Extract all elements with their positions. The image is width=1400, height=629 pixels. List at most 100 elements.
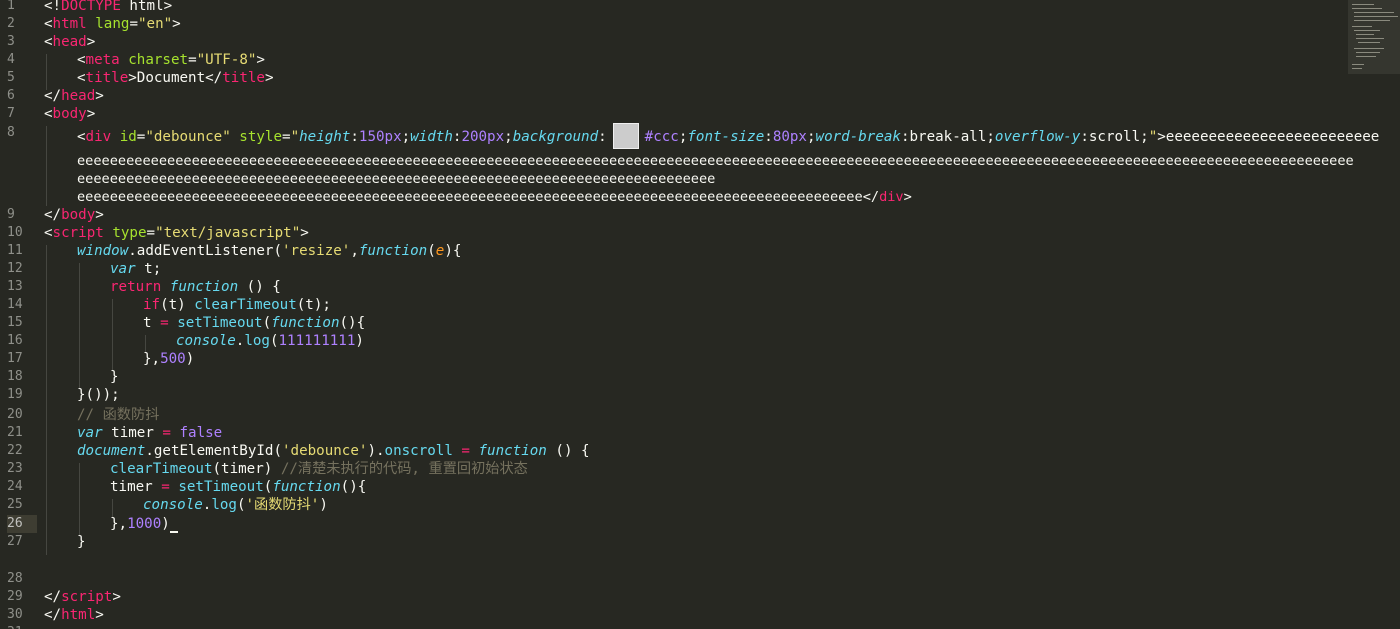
code-line-8-wrap-2: eeeeeeeeeeeeeeeeeeeeeeeeeeeeeeeeeeeeeeee… bbox=[77, 170, 715, 188]
code-line-23: clearTimeout(timer) //清楚未执行的代码, 重置回初始状态 bbox=[110, 460, 528, 478]
minimap-line bbox=[1352, 8, 1382, 9]
token: <! bbox=[44, 0, 62, 14]
code-line-9: </body> bbox=[44, 206, 104, 224]
code-line-13: return function () { bbox=[110, 278, 281, 296]
line-number: 4 bbox=[7, 52, 15, 67]
token: > bbox=[112, 589, 121, 605]
text-cursor bbox=[169, 531, 178, 533]
code-line-15: t = setTimeout(function(){ bbox=[143, 314, 365, 332]
code-line-10: <script type="text/javascript"> bbox=[44, 224, 309, 242]
token: 'resize' bbox=[282, 243, 351, 259]
token: if bbox=[143, 297, 161, 313]
token: " bbox=[1148, 129, 1158, 145]
line-number: 19 bbox=[7, 387, 23, 402]
line-number: 31 bbox=[7, 624, 37, 629]
code-line-5: <title>Document</title> bbox=[77, 69, 274, 87]
line-number: 16 bbox=[7, 333, 23, 348]
line-number: 25 bbox=[7, 497, 23, 512]
token: ; bbox=[401, 129, 411, 145]
minimap-line bbox=[1356, 52, 1380, 53]
token: : bbox=[598, 129, 607, 145]
code-line-19: }()); bbox=[77, 386, 120, 404]
token: "UTF-8" bbox=[196, 52, 257, 68]
token: < bbox=[77, 52, 86, 68]
token: //清楚未执行的代码, 重置回初始状态 bbox=[280, 461, 528, 477]
minimap-line bbox=[1356, 56, 1376, 57]
token: > bbox=[1157, 129, 1166, 145]
token: 80px bbox=[772, 129, 807, 145]
code-area[interactable]: <!DOCTYPE html> <html lang="en"> <head> … bbox=[44, 0, 1379, 629]
code-line-14: if(t) clearTimeout(t); bbox=[143, 296, 331, 314]
indent-guide bbox=[46, 54, 47, 90]
line-number: 3 bbox=[7, 34, 15, 49]
minimap-line bbox=[1352, 4, 1374, 5]
token: </ bbox=[862, 189, 880, 205]
token: 500 bbox=[160, 351, 186, 367]
token: : bbox=[1080, 129, 1089, 145]
code-editor[interactable]: 1 2 3 4 5 6 7 8 9 10 11 12 13 14 15 16 17 18 19 20 21 22 23 24 2… bbox=[0, 0, 1400, 629]
token: function bbox=[271, 315, 340, 331]
token: > bbox=[86, 106, 96, 122]
token: ; bbox=[1140, 129, 1149, 145]
code-line-22: document.getElementById('debounce').onsc… bbox=[77, 442, 590, 460]
token: timer bbox=[102, 425, 163, 441]
code-line-20: // 函数防抖 bbox=[77, 406, 159, 424]
token: = bbox=[461, 443, 470, 459]
token: body bbox=[61, 207, 96, 223]
token: var bbox=[77, 425, 103, 441]
line-number: 6 bbox=[7, 88, 15, 103]
indent-guide bbox=[46, 126, 47, 206]
color-swatch[interactable] bbox=[612, 123, 639, 149]
code-line-8-wrap-1: eeeeeeeeeeeeeeeeeeeeeeeeeeeeeeeeeeeeeeee… bbox=[77, 152, 1354, 170]
token: </ bbox=[44, 88, 62, 104]
line-number: 28 bbox=[7, 571, 23, 586]
token: }, bbox=[143, 351, 161, 367]
token: html bbox=[52, 16, 87, 32]
line-number: 22 bbox=[7, 443, 23, 458]
line-number: 27 bbox=[7, 534, 23, 549]
code-line-27: } bbox=[77, 533, 86, 551]
token: word-break bbox=[815, 129, 901, 145]
token: : bbox=[900, 129, 910, 145]
token: timer bbox=[110, 479, 162, 495]
line-number: 18 bbox=[7, 369, 23, 384]
token: > bbox=[264, 70, 274, 86]
token: var bbox=[110, 261, 136, 277]
token: " bbox=[290, 129, 300, 145]
token: // 函数防抖 bbox=[77, 407, 160, 423]
code-line-31: </html> bbox=[44, 606, 104, 624]
token: style bbox=[230, 129, 283, 145]
token: t; bbox=[135, 261, 162, 277]
token: ( bbox=[427, 243, 436, 259]
line-number: 11 bbox=[7, 243, 23, 258]
code-line-16: console.log(111111111) bbox=[176, 332, 364, 350]
indent-guide bbox=[79, 263, 80, 389]
token: (timer) bbox=[212, 461, 281, 477]
token: ) bbox=[319, 497, 328, 513]
token: () { bbox=[238, 279, 281, 295]
minimap[interactable] bbox=[1348, 0, 1400, 74]
token: log bbox=[244, 333, 270, 349]
token: #ccc bbox=[644, 129, 679, 145]
minimap-line bbox=[1354, 16, 1398, 17]
token: function bbox=[478, 443, 547, 459]
minimap-line bbox=[1356, 34, 1374, 35]
token: id bbox=[111, 129, 137, 145]
line-number: 8 bbox=[7, 125, 15, 140]
token: body bbox=[52, 106, 87, 122]
token: false bbox=[179, 425, 223, 441]
token: log bbox=[211, 497, 237, 513]
code-line-26: },1000) bbox=[110, 515, 178, 533]
code-line-2: <html lang="en"> bbox=[44, 15, 181, 33]
token: "debounce" bbox=[145, 129, 231, 145]
token: < bbox=[44, 225, 53, 241]
token: charset bbox=[119, 52, 189, 68]
token: : bbox=[350, 129, 359, 145]
code-line-8: <div id="debounce" style="height:150px;w… bbox=[77, 123, 1379, 149]
code-line-6: </head> bbox=[44, 87, 104, 105]
code-line-11: window.addEventListener('resize',functio… bbox=[77, 242, 461, 260]
token: .addEventListener( bbox=[128, 243, 282, 259]
